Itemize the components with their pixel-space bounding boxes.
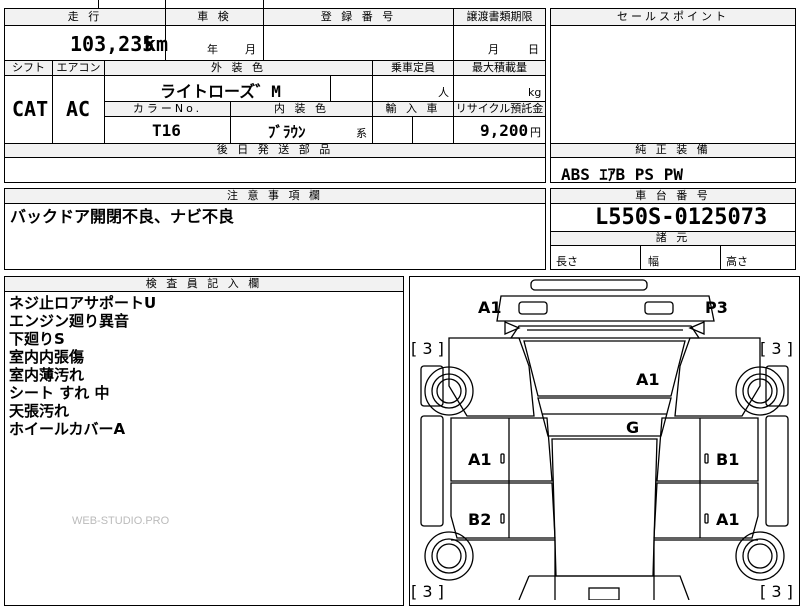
recycle-header: リサイクル預託金 bbox=[455, 102, 544, 115]
color-no-header: カラーNo. bbox=[132, 102, 203, 115]
inspector-header: 検 査 員 記 入 欄 bbox=[145, 277, 263, 290]
capacity-unit: 人 bbox=[438, 86, 449, 99]
transfer-deadline-header: 譲渡書類期限 bbox=[466, 10, 533, 23]
mark-front-left: A1 bbox=[478, 298, 502, 317]
car-diagram bbox=[420, 279, 789, 600]
tire-mark-front-left: [ 3 ] bbox=[411, 339, 444, 358]
inspector-note: ホイールカバーA bbox=[9, 420, 126, 438]
mark-front-door-right: B1 bbox=[716, 450, 740, 469]
inspector-notes-list: ネジ止ロアサポートU エンジン廻り異音 下廻りS 室内内張傷 室内薄汚れ シート… bbox=[9, 294, 156, 438]
aircon-value: AC bbox=[66, 97, 91, 121]
ext-color-header: 外 装 色 bbox=[211, 61, 266, 74]
mark-rear-door-left: B2 bbox=[468, 510, 492, 529]
notes-header: 注 意 事 項 欄 bbox=[227, 189, 323, 202]
capacity-header: 乗車定員 bbox=[391, 61, 435, 74]
tire-mark-front-right: [ 3 ] bbox=[760, 339, 793, 358]
mileage-unit: km bbox=[144, 32, 169, 56]
mark-roof: G bbox=[626, 418, 640, 437]
width-label: 幅 bbox=[648, 255, 659, 268]
inspector-note: 下廻りS bbox=[9, 330, 65, 348]
tire-mark-rear-right: [ 3 ] bbox=[760, 582, 793, 601]
inspector-note: エンジン廻り異音 bbox=[9, 312, 130, 330]
inspector-note: 天張汚れ bbox=[9, 402, 70, 420]
mark-front-door-left: A1 bbox=[468, 450, 492, 469]
import-header: 輸 入 車 bbox=[385, 102, 441, 115]
length-label: 長さ bbox=[556, 255, 578, 268]
shaken-month: 月 bbox=[245, 43, 256, 56]
mark-front-right: P3 bbox=[705, 298, 728, 317]
watermark: WEB-STUDIO.PRO bbox=[72, 515, 170, 527]
chassis-number: L550S-0125073 bbox=[595, 205, 768, 230]
color-no-value: T16 bbox=[152, 121, 181, 140]
mark-rear-door-right: A1 bbox=[716, 510, 740, 529]
int-color-header: 内 装 色 bbox=[274, 102, 329, 115]
shaken-header: 車 検 bbox=[197, 10, 232, 23]
inspector-note: ネジ止ロアサポートU bbox=[9, 294, 157, 312]
shaken-year: 年 bbox=[207, 43, 218, 56]
mileage-header: 走 行 bbox=[67, 10, 103, 23]
height-label: 高さ bbox=[726, 255, 748, 268]
recycle-value: 9,200 bbox=[480, 121, 529, 140]
shift-header: シフト bbox=[12, 61, 45, 74]
int-color-value: ﾌﾞﾗｳﾝ bbox=[268, 123, 306, 141]
mark-hood: A1 bbox=[636, 370, 660, 389]
dimensions-header: 諸 元 bbox=[655, 231, 691, 244]
deadline-day: 日 bbox=[528, 43, 539, 56]
equipment-value: ABS ｴｱB PS PW bbox=[561, 165, 683, 184]
load-unit: kg bbox=[528, 86, 542, 99]
notes-text: バックドア開閉不良、ナビ不良 bbox=[10, 207, 235, 226]
sales-point-header: セールスポイント bbox=[617, 10, 729, 23]
max-load-header: 最大積載量 bbox=[472, 61, 527, 74]
reg-no-header: 登 録 番 号 bbox=[320, 10, 397, 23]
int-color-suffix: 系 bbox=[356, 127, 367, 140]
tire-mark-rear-left: [ 3 ] bbox=[411, 582, 444, 601]
recycle-unit: 円 bbox=[530, 126, 541, 139]
aircon-header: エアコン bbox=[56, 61, 101, 74]
inspector-note: シート すれ 中 bbox=[9, 384, 110, 402]
later-parts-header: 後 日 発 送 部 品 bbox=[216, 143, 334, 156]
mileage-value: 103,235 bbox=[70, 32, 155, 56]
shift-value: CAT bbox=[12, 97, 49, 121]
chassis-header: 車 台 番 号 bbox=[635, 189, 711, 202]
ext-color-value: ライトローズ゛M bbox=[160, 82, 281, 101]
inspector-note: 室内内張傷 bbox=[9, 348, 85, 366]
deadline-month: 月 bbox=[488, 43, 499, 56]
equipment-header: 純 正 装 備 bbox=[635, 143, 711, 156]
inspector-note: 室内薄汚れ bbox=[9, 366, 85, 384]
